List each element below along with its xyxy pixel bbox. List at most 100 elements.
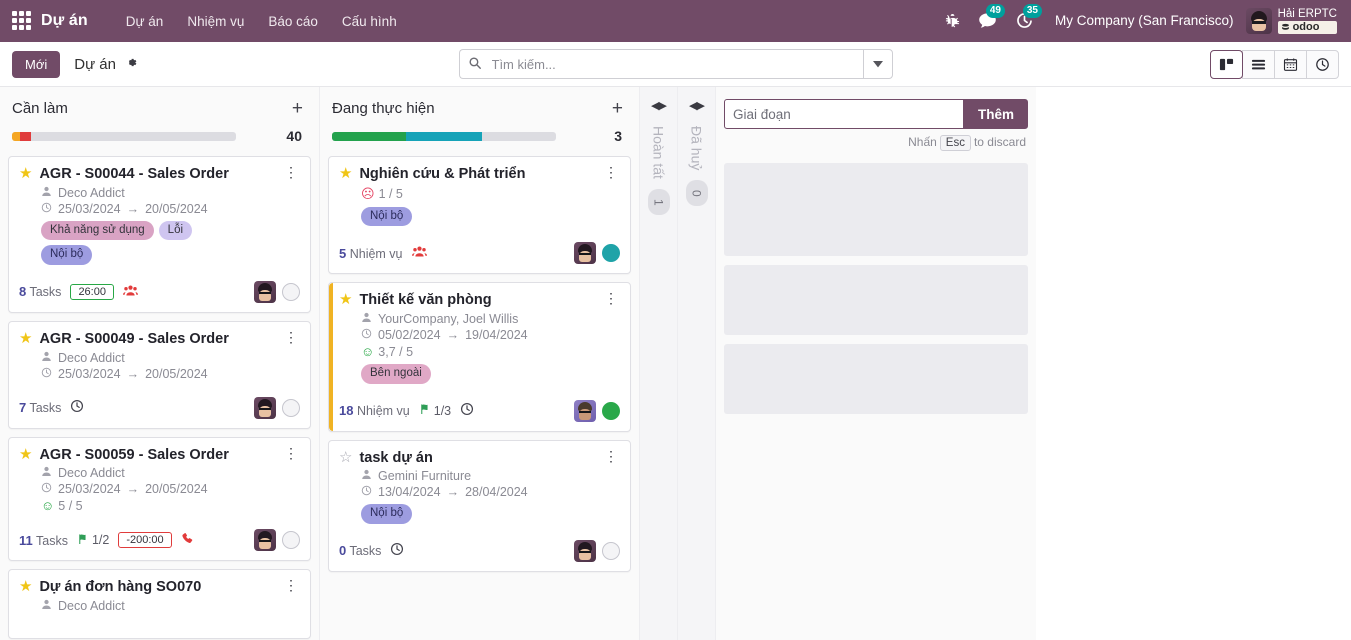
assignee-avatar[interactable] <box>254 396 276 419</box>
card-dates: 05/02/2024 → 19/04/2024 <box>361 328 620 342</box>
search-dropdown-toggle[interactable] <box>862 49 893 79</box>
tasks-number: 11 <box>19 532 33 548</box>
smiley-sad-icon: ☹ <box>361 185 375 201</box>
kanban-card[interactable]: ★ Dự án đơn hàng SO070 ⋮ Deco Addict <box>8 569 311 640</box>
column-progressbar[interactable] <box>332 131 556 141</box>
kanban-column-done-folded[interactable]: ◀▶ Hoàn tất 1 <box>640 87 678 640</box>
assignee-avatar[interactable] <box>254 280 276 303</box>
card-date-end: 20/05/2024 <box>145 482 208 497</box>
clock-icon[interactable] <box>390 542 404 559</box>
card-menu-icon[interactable]: ⋮ <box>602 291 620 305</box>
card-tasks-count[interactable]: 0 Tasks <box>339 543 381 558</box>
card-milestones: 1/3 <box>419 403 451 418</box>
people-icon[interactable] <box>411 245 427 261</box>
kanban-column-cancelled-folded[interactable]: ◀▶ Đã huỷ 0 <box>678 87 716 640</box>
database-name: odoo <box>1292 20 1320 33</box>
kanban-card[interactable]: ★ Thiết kế văn phòng ⋮ YourCompany, Joel… <box>328 282 631 432</box>
clock-icon <box>361 485 372 499</box>
star-icon[interactable]: ★ <box>339 165 352 184</box>
star-icon[interactable]: ★ <box>339 291 352 310</box>
kanban-card[interactable]: ☆ task dự án ⋮ Gemini Furniture 13/04/20… <box>328 439 631 572</box>
star-icon[interactable]: ★ <box>19 446 32 465</box>
menu-item-tasks[interactable]: Nhiệm vụ <box>175 3 256 40</box>
menu-item-configuration[interactable]: Cấu hình <box>330 3 409 40</box>
status-dot[interactable] <box>282 398 300 417</box>
placeholder-block <box>724 344 1028 414</box>
apps-grid-icon[interactable] <box>12 11 32 31</box>
kanban-card[interactable]: ★ Nghiên cứu & Phát triển ⋮ ☹ 1 / 5 Nội … <box>328 156 631 275</box>
add-column-button[interactable]: Thêm <box>963 99 1028 129</box>
breadcrumb-item-projects[interactable]: Dự án <box>74 56 116 73</box>
search-input[interactable] <box>489 55 855 73</box>
person-icon <box>41 599 52 613</box>
kanban-card[interactable]: ★ AGR - S00059 - Sales Order ⋮ Deco Addi… <box>8 436 311 562</box>
card-menu-icon[interactable]: ⋮ <box>282 578 300 592</box>
new-button[interactable]: Mới <box>12 50 61 78</box>
star-icon[interactable]: ★ <box>19 578 32 597</box>
status-dot[interactable] <box>602 401 620 420</box>
kanban-column-in-progress: Đang thực hiện + 3 ★ Nghiên cứu & Phát t… <box>320 87 640 640</box>
card-tasks-count[interactable]: 8 Tasks <box>19 284 61 299</box>
card-menu-icon[interactable]: ⋮ <box>602 449 620 463</box>
card-menu-icon[interactable]: ⋮ <box>602 165 620 179</box>
arrow-icon: → <box>446 485 460 500</box>
menu-item-projects[interactable]: Dự án <box>114 3 176 40</box>
card-tasks-count[interactable]: 11 Tasks <box>19 533 68 548</box>
app-brand-title[interactable]: Dự án <box>41 12 88 30</box>
search-box[interactable] <box>458 49 863 79</box>
company-switcher[interactable]: My Company (San Francisco) <box>1043 13 1244 28</box>
column-title[interactable]: Đang thực hiện <box>332 100 435 117</box>
kanban-card[interactable]: ★ AGR - S00044 - Sales Order ⋮ Deco Addi… <box>8 156 311 313</box>
view-kanban-button[interactable] <box>1210 49 1243 79</box>
phone-icon[interactable] <box>181 532 195 549</box>
assignee-avatar[interactable] <box>574 539 596 562</box>
card-tasks-count[interactable]: 18 Nhiệm vụ <box>339 403 410 418</box>
assignee-avatar[interactable] <box>574 399 596 422</box>
clock-icon[interactable] <box>460 402 474 419</box>
kanban-card[interactable]: ★ AGR - S00049 - Sales Order ⋮ Deco Addi… <box>8 320 311 429</box>
card-tasks-count[interactable]: 7 Tasks <box>19 400 61 415</box>
card-menu-icon[interactable]: ⋮ <box>282 165 300 179</box>
people-icon[interactable] <box>122 284 138 300</box>
escape-key: Esc <box>939 135 971 151</box>
status-dot[interactable] <box>602 244 620 263</box>
star-icon[interactable]: ☆ <box>339 449 352 468</box>
tasks-number: 5 <box>339 245 347 261</box>
clock-icon[interactable] <box>70 399 84 416</box>
assignee-avatar[interactable] <box>574 242 596 265</box>
arrow-icon: → <box>126 482 140 497</box>
card-tasks-count[interactable]: 5 Nhiệm vụ <box>339 246 403 261</box>
clock-icon <box>361 328 372 342</box>
view-list-button[interactable] <box>1242 49 1275 79</box>
star-icon[interactable]: ★ <box>19 165 32 184</box>
status-dot[interactable] <box>602 541 620 560</box>
column-title[interactable]: Cần làm <box>12 100 68 117</box>
expand-column-icon[interactable]: ◀▶ <box>689 99 705 112</box>
expand-column-icon[interactable]: ◀▶ <box>651 99 667 112</box>
view-activity-button[interactable] <box>1306 49 1339 79</box>
gear-icon[interactable] <box>125 56 138 72</box>
column-progressbar[interactable] <box>12 131 236 141</box>
new-column-input[interactable] <box>724 99 964 129</box>
activities-icon[interactable]: 35 <box>1006 4 1043 30</box>
card-menu-icon[interactable]: ⋮ <box>282 446 300 460</box>
messages-icon[interactable]: 49 <box>969 4 1006 30</box>
assignee-avatar[interactable] <box>254 529 276 552</box>
kanban-cards-in-progress: ★ Nghiên cứu & Phát triển ⋮ ☹ 1 / 5 Nội … <box>328 156 631 572</box>
navbar-right-group: 49 35 My Company (San Francisco) Hải ERP… <box>936 4 1337 35</box>
card-partner: YourCompany, Joel Willis <box>361 312 620 326</box>
status-dot[interactable] <box>282 531 300 550</box>
card-rating-value: 1 / 5 <box>378 186 403 201</box>
view-calendar-button[interactable] <box>1274 49 1307 79</box>
user-menu[interactable]: Hải ERPTC odoo <box>1244 8 1337 35</box>
avatar <box>1245 7 1272 34</box>
add-record-button[interactable]: + <box>288 99 307 118</box>
card-menu-icon[interactable]: ⋮ <box>282 330 300 344</box>
add-record-button[interactable]: + <box>608 99 627 118</box>
tasks-number: 18 <box>339 403 354 419</box>
star-icon[interactable]: ★ <box>19 330 32 349</box>
person-icon <box>41 351 52 365</box>
menu-item-reporting[interactable]: Báo cáo <box>256 3 330 40</box>
status-dot[interactable] <box>282 282 300 301</box>
bug-icon[interactable] <box>936 13 969 28</box>
